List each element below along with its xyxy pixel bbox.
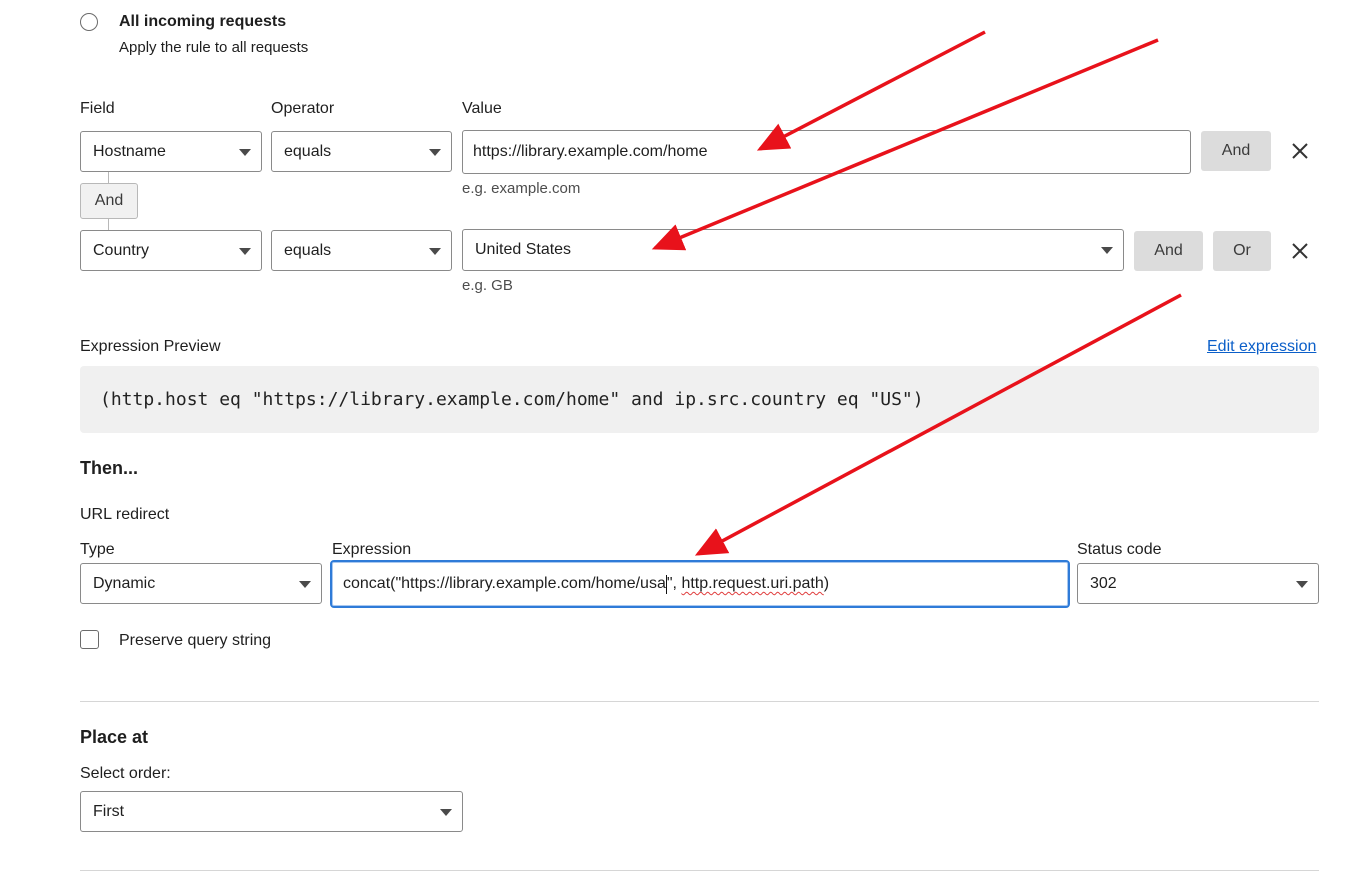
select-order-label: Select order: — [80, 765, 171, 782]
chevron-down-icon — [1296, 580, 1308, 588]
all-requests-title: All incoming requests — [119, 13, 287, 30]
chevron-down-icon — [429, 247, 441, 255]
and-button-1[interactable]: And — [1201, 131, 1271, 171]
expression-text-before-cursor: concat("https://library.example.com/home… — [343, 575, 666, 592]
status-code-label: Status code — [1077, 541, 1162, 558]
value-select-2-text: United States — [475, 241, 572, 258]
remove-condition-2-button[interactable] — [1289, 240, 1311, 262]
expression-text-end: ) — [823, 575, 830, 592]
value-input-1[interactable]: https://library.example.com/home — [462, 130, 1191, 174]
status-code-select[interactable]: 302 — [1077, 563, 1319, 604]
preserve-query-label: Preserve query string — [119, 632, 272, 649]
value-input-1-text: https://library.example.com/home — [473, 143, 708, 160]
close-icon — [1292, 243, 1308, 259]
field-select-2-value: Country — [93, 241, 150, 259]
close-icon — [1292, 143, 1308, 159]
all-requests-radio[interactable] — [80, 13, 98, 31]
status-code-value: 302 — [1090, 574, 1117, 592]
chevron-down-icon — [299, 580, 311, 588]
field-select-2[interactable]: Country — [80, 230, 262, 271]
divider — [80, 870, 1319, 871]
expression-text-misspelled: http.request.uri.path — [681, 575, 824, 592]
expression-preview-code: (http.host eq "https://library.example.c… — [100, 389, 924, 410]
or-button-2[interactable]: Or — [1213, 231, 1271, 271]
value-help-1: e.g. example.com — [462, 180, 581, 197]
expression-label: Expression — [332, 541, 412, 558]
operator-select-2[interactable]: equals — [271, 230, 452, 271]
divider — [80, 701, 1319, 702]
type-select-value: Dynamic — [93, 574, 156, 592]
action-label: URL redirect — [80, 506, 170, 523]
type-select[interactable]: Dynamic — [80, 563, 322, 604]
field-select-1[interactable]: Hostname — [80, 131, 262, 172]
value-help-2: e.g. GB — [462, 277, 513, 294]
order-select[interactable]: First — [80, 791, 463, 832]
all-requests-description: Apply the rule to all requests — [119, 39, 309, 56]
then-heading: Then... — [80, 458, 138, 478]
operator-select-2-value: equals — [284, 241, 332, 259]
preserve-query-checkbox[interactable] — [80, 630, 99, 649]
chevron-down-icon — [1101, 247, 1113, 254]
remove-condition-1-button[interactable] — [1289, 140, 1311, 162]
place-at-heading: Place at — [80, 727, 149, 747]
value-select-2[interactable]: United States — [462, 229, 1124, 271]
edit-expression-link[interactable]: Edit expression — [1207, 338, 1316, 356]
operator-select-1[interactable]: equals — [271, 131, 452, 172]
chevron-down-icon — [440, 808, 452, 816]
expression-preview-box: (http.host eq "https://library.example.c… — [80, 366, 1319, 433]
and-connector-button[interactable]: And — [80, 183, 138, 219]
value-header: Value — [462, 100, 502, 117]
redirect-expression-input[interactable]: concat("https://library.example.com/home… — [330, 560, 1070, 608]
expression-preview-label: Expression Preview — [80, 338, 221, 355]
chevron-down-icon — [239, 148, 251, 156]
expression-text-after-cursor: ", — [666, 575, 682, 592]
operator-header: Operator — [271, 100, 335, 117]
operator-select-1-value: equals — [284, 142, 332, 160]
field-select-1-value: Hostname — [93, 142, 166, 160]
order-select-value: First — [93, 802, 125, 820]
chevron-down-icon — [429, 148, 441, 156]
field-header: Field — [80, 100, 115, 117]
chevron-down-icon — [239, 247, 251, 255]
and-button-2[interactable]: And — [1134, 231, 1203, 271]
type-label: Type — [80, 541, 115, 558]
